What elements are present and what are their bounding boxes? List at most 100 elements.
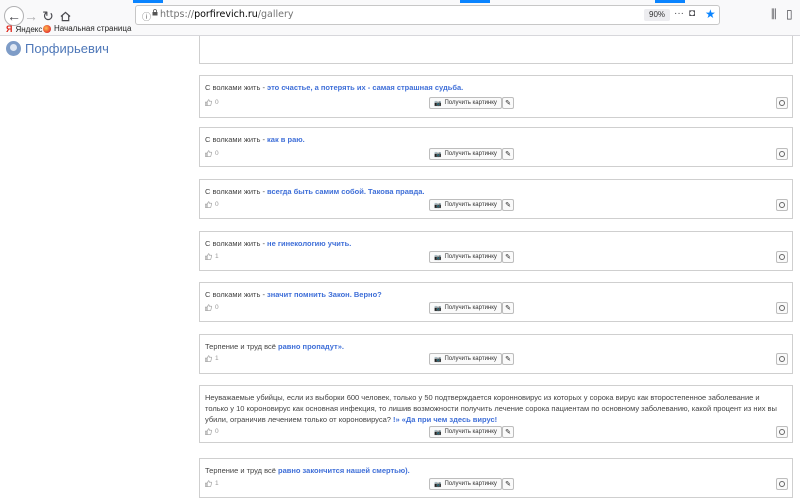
history-button[interactable] xyxy=(776,199,788,211)
story-generated: равно закончится нашей смертью). xyxy=(277,466,410,475)
thumbs-up-icon xyxy=(205,150,212,157)
history-button[interactable] xyxy=(776,478,788,490)
story-prompt: С волками жить - xyxy=(205,239,268,248)
browser-toolbar: ← → ↻ ⓘ https://porfirevich.ru/gallery 9… xyxy=(0,0,800,36)
bookmark-yandex[interactable]: Я Яндекс xyxy=(6,24,42,34)
gallery-card: Терпение и труд всё равно закончится наш… xyxy=(199,458,793,498)
history-button[interactable] xyxy=(776,97,788,109)
lock-icon xyxy=(152,9,158,16)
story-generated: всегда быть самим собой. Такова правда. xyxy=(267,187,425,196)
story-generated: равно пропадут». xyxy=(277,342,344,351)
thumbs-up-icon xyxy=(205,201,212,208)
edit-button[interactable]: ✎ xyxy=(502,353,514,365)
get-image-label: Получить картинку xyxy=(444,151,497,157)
pencil-icon: ✎ xyxy=(505,100,511,107)
get-image-label: Получить картинку xyxy=(444,202,497,208)
clock-icon xyxy=(779,202,785,208)
bookmark-start-page[interactable]: Начальная страница xyxy=(43,24,131,33)
clock-icon xyxy=(779,481,785,487)
like-count: 1 xyxy=(215,253,219,260)
story-text: С волками жить - значит помнить Закон. В… xyxy=(205,289,784,300)
firefox-icon xyxy=(43,24,51,33)
story-generated: !» «Да при чем здесь вирус! xyxy=(393,415,498,424)
history-button[interactable] xyxy=(776,302,788,314)
get-image-label: Получить картинку xyxy=(444,356,497,362)
edit-button[interactable]: ✎ xyxy=(502,199,514,211)
bookmark-star-icon[interactable]: ★ xyxy=(705,7,716,21)
clock-icon xyxy=(779,254,785,260)
pencil-icon: ✎ xyxy=(505,429,511,436)
bookmark-label: Яндекс xyxy=(15,24,43,34)
gallery-card: Неуважаемые убийцы, если из выборки 600 … xyxy=(199,385,793,443)
like-button[interactable]: 0 xyxy=(205,99,219,106)
library-icon[interactable]: ⫼ xyxy=(771,7,777,22)
sidebar-icon[interactable]: ▯ xyxy=(786,7,793,21)
zoom-level[interactable]: 90% xyxy=(644,9,671,21)
like-button[interactable]: 0 xyxy=(205,304,219,311)
like-count: 0 xyxy=(215,150,219,157)
edit-button[interactable]: ✎ xyxy=(502,302,514,314)
edit-button[interactable]: ✎ xyxy=(502,426,514,438)
pocket-icon[interactable]: ◘ xyxy=(689,8,695,19)
camera-icon: 📷 xyxy=(434,100,442,107)
clock-icon xyxy=(779,305,785,311)
story-prompt: С волками жить - xyxy=(205,135,268,144)
edit-button[interactable]: ✎ xyxy=(502,478,514,490)
gallery-card: Терпение и труд всё равно пропадут». 1 📷 По… xyxy=(199,334,793,374)
like-count: 1 xyxy=(215,480,219,487)
site-title: Порфирьевич xyxy=(25,41,109,56)
camera-icon: 📷 xyxy=(434,202,442,209)
get-image-label: Получить картинку xyxy=(444,481,497,487)
get-image-button[interactable]: 📷 Получить картинку xyxy=(429,251,502,263)
gallery-card: С волками жить - это счастье, а потерять… xyxy=(199,75,793,118)
get-image-button[interactable]: 📷 Получить картинку xyxy=(429,199,502,211)
clock-icon xyxy=(779,429,785,435)
pencil-icon: ✎ xyxy=(505,356,511,363)
clock-icon xyxy=(779,100,785,106)
like-button[interactable]: 1 xyxy=(205,355,219,362)
site-logo[interactable]: Порфирьевич xyxy=(6,41,109,56)
story-prompt: Терпение и труд всё xyxy=(205,342,278,351)
get-image-button[interactable]: 📷 Получить картинку xyxy=(429,148,502,160)
gallery-card: С волками жить - как в раю. 0 📷 Получить ка… xyxy=(199,127,793,167)
like-button[interactable]: 0 xyxy=(205,201,219,208)
get-image-button[interactable]: 📷 Получить картинку xyxy=(429,426,502,438)
like-count: 0 xyxy=(215,428,219,435)
get-image-label: Получить картинку xyxy=(444,254,497,260)
edit-button[interactable]: ✎ xyxy=(502,251,514,263)
pencil-icon: ✎ xyxy=(505,481,511,488)
camera-icon: 📷 xyxy=(434,151,442,158)
like-button[interactable]: 0 xyxy=(205,428,219,435)
story-generated: это счастье, а потерять их - самая страш… xyxy=(267,83,464,92)
like-button[interactable]: 1 xyxy=(205,253,219,260)
history-button[interactable] xyxy=(776,251,788,263)
get-image-button[interactable]: 📷 Получить картинку xyxy=(429,97,502,109)
edit-button[interactable]: ✎ xyxy=(502,148,514,160)
previous-card-edge xyxy=(199,36,793,64)
page-actions-icon[interactable]: ··· xyxy=(674,8,684,19)
like-button[interactable]: 0 xyxy=(205,150,219,157)
like-count: 1 xyxy=(215,355,219,362)
edit-button[interactable]: ✎ xyxy=(502,97,514,109)
get-image-button[interactable]: 📷 Получить картинку xyxy=(429,302,502,314)
thumbs-up-icon xyxy=(205,428,212,435)
history-button[interactable] xyxy=(776,148,788,160)
thumbs-up-icon xyxy=(205,253,212,260)
history-button[interactable] xyxy=(776,426,788,438)
story-generated: как в раю. xyxy=(267,135,305,144)
history-button[interactable] xyxy=(776,353,788,365)
gallery-card: С волками жить - всегда быть самим собой… xyxy=(199,179,793,219)
story-text: С волками жить - это счастье, а потерять… xyxy=(205,82,784,93)
get-image-button[interactable]: 📷 Получить картинку xyxy=(429,353,502,365)
story-text: Терпение и труд всё равно пропадут». xyxy=(205,341,784,352)
thumbs-up-icon xyxy=(205,480,212,487)
story-text: Неуважаемые убийцы, если из выборки 600 … xyxy=(205,392,784,425)
get-image-label: Получить картинку xyxy=(444,305,497,311)
get-image-button[interactable]: 📷 Получить картинку xyxy=(429,478,502,490)
camera-icon: 📷 xyxy=(434,481,442,488)
clock-icon xyxy=(779,356,785,362)
camera-icon: 📷 xyxy=(434,429,442,436)
pencil-icon: ✎ xyxy=(505,305,511,312)
like-button[interactable]: 1 xyxy=(205,480,219,487)
story-text: С волками жить - всегда быть самим собой… xyxy=(205,186,784,197)
